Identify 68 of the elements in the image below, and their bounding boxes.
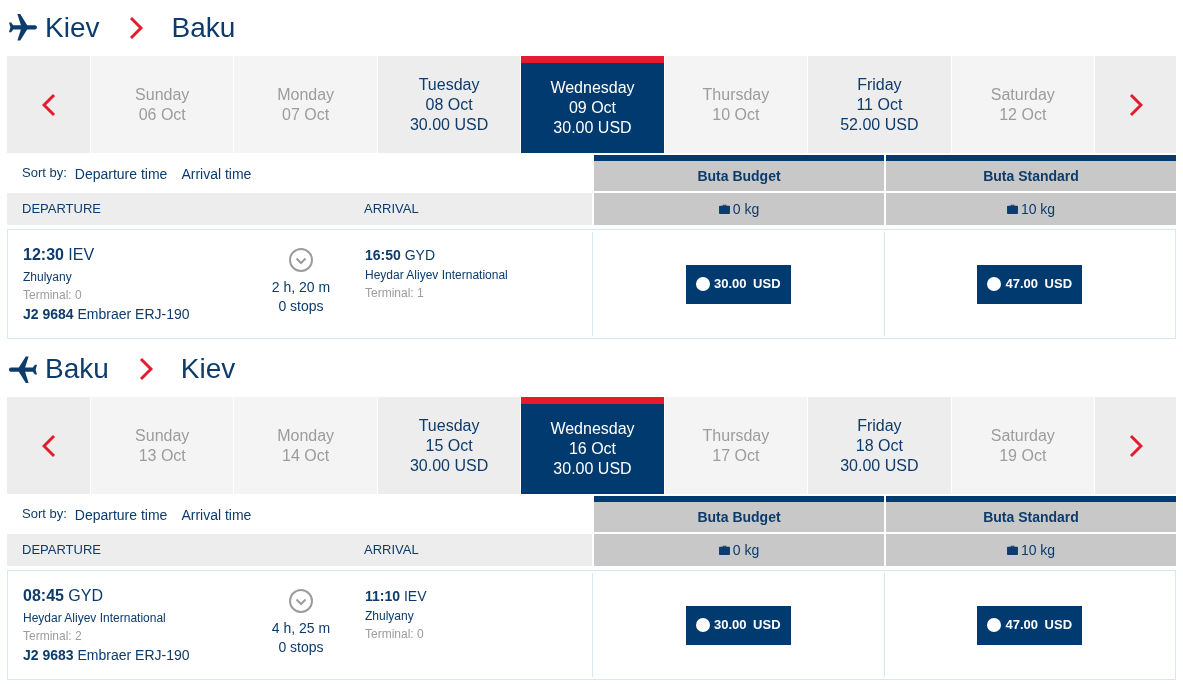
origin-city: Kiev	[45, 14, 100, 42]
suitcase-icon	[1006, 545, 1018, 555]
departure-time: 12:30 IEV	[23, 245, 96, 265]
fare-header: Buta Budget	[594, 496, 884, 532]
sort-option[interactable]: Departure time	[74, 504, 168, 526]
flight-info: J2 9684 Embraer ERJ-190	[23, 305, 191, 324]
arrival-airport: Heydar Aliyev International	[365, 267, 509, 284]
airplane-icon	[8, 355, 38, 383]
sort-option[interactable]: Arrival time	[181, 504, 252, 526]
flight-duration: 4 h, 25 m	[271, 619, 331, 638]
sort-option[interactable]: Arrival time	[181, 163, 252, 185]
fare-header: Buta Standard	[886, 496, 1176, 532]
column-header: DEPARTURE	[22, 541, 102, 560]
previous-dates-button[interactable]	[7, 397, 90, 494]
fare-header: Buta Standard	[886, 155, 1176, 191]
departure-terminal: Terminal: 0	[23, 287, 83, 304]
airplane-icon	[8, 14, 38, 42]
flight-duration: 2 h, 20 m	[271, 278, 331, 297]
departure-airport: Zhulyany	[23, 269, 73, 286]
arrival-airport: Zhulyany	[365, 608, 415, 625]
arrival-terminal: Terminal: 0	[365, 626, 425, 643]
departure-terminal: Terminal: 2	[23, 628, 83, 645]
chevron-left-icon	[41, 92, 56, 117]
arrival-time: 11:10 IEV	[365, 587, 428, 606]
departure-time: 08:45 GYD	[23, 586, 105, 606]
stops-count: 0 stops	[278, 638, 324, 657]
price-button[interactable]: 30.00 USD	[685, 264, 791, 304]
date-tab[interactable]: Friday 11 Oct 52.00 USD	[808, 56, 951, 153]
column-header: DEPARTURE	[22, 200, 102, 219]
departure-airport: Heydar Aliyev International	[23, 610, 167, 627]
price-button[interactable]: 30.00 USD	[685, 605, 791, 645]
previous-dates-button[interactable]	[7, 56, 90, 153]
chevron-left-icon	[41, 433, 56, 458]
check-circle-icon	[289, 589, 313, 613]
date-tab[interactable]: Tuesday 15 Oct 30.00 USD	[377, 397, 521, 494]
suitcase-icon	[718, 204, 730, 214]
suitcase-icon	[718, 545, 730, 555]
sort-option[interactable]: Departure time	[74, 163, 168, 185]
price-button[interactable]: 47.00 USD	[977, 605, 1083, 645]
stops-count: 0 stops	[278, 297, 324, 316]
sort-label: Sort by:	[22, 505, 67, 524]
next-dates-button[interactable]	[1095, 56, 1176, 153]
fare-header: Buta Budget	[594, 155, 884, 191]
sort-label: Sort by:	[22, 164, 67, 183]
column-header: ARRIVAL	[364, 541, 419, 560]
chevron-right-icon	[1128, 433, 1143, 458]
chevron-right-icon	[129, 16, 144, 40]
date-tab[interactable]: Tuesday 08 Oct 30.00 USD	[377, 56, 521, 153]
arrival-time: 16:50 GYD	[365, 246, 437, 265]
date-tab[interactable]: Wednesday 16 Oct 30.00 USD	[521, 397, 664, 494]
chevron-right-icon	[138, 357, 153, 381]
next-dates-button[interactable]	[1095, 397, 1176, 494]
date-tab[interactable]: Friday 18 Oct 30.00 USD	[808, 397, 951, 494]
destination-city: Kiev	[180, 355, 236, 383]
suitcase-icon	[1006, 204, 1018, 214]
price-button[interactable]: 47.00 USD	[977, 264, 1083, 304]
flight-info: J2 9683 Embraer ERJ-190	[23, 646, 191, 665]
baggage-allowance: 0 kg	[732, 540, 760, 560]
arrival-terminal: Terminal: 1	[365, 285, 425, 302]
baggage-allowance: 10 kg	[1020, 540, 1056, 560]
destination-city: Baku	[171, 14, 236, 42]
check-circle-icon	[289, 248, 313, 272]
baggage-allowance: 0 kg	[732, 199, 760, 219]
baggage-allowance: 10 kg	[1020, 199, 1056, 219]
date-tab[interactable]: Wednesday 09 Oct 30.00 USD	[521, 56, 664, 153]
chevron-right-icon	[1128, 92, 1143, 117]
column-header: ARRIVAL	[364, 200, 419, 219]
origin-city: Baku	[45, 355, 109, 383]
